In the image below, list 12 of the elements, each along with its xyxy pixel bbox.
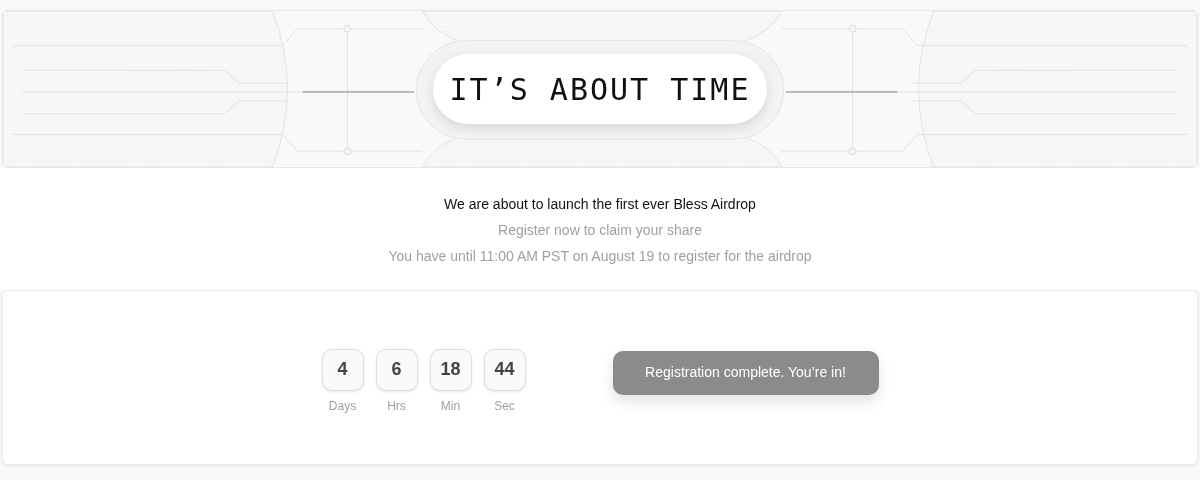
subline: Register now to claim your share (498, 221, 702, 240)
countdown-unit: Min (440, 397, 461, 415)
countdown-value: 6 (375, 348, 418, 391)
countdown-value: 44 (483, 348, 526, 391)
countdown-value: 4 (321, 348, 364, 391)
countdown-unit: Days (328, 397, 357, 415)
countdown-unit: Hrs (387, 397, 406, 415)
countdown-value: 18 (429, 348, 472, 391)
deadline-text: You have until 11:00 AM PST on August 19 to register for the airdrop (388, 247, 812, 266)
countdown-unit: Sec (494, 397, 515, 415)
banner-title: IT’S ABOUT TIME (433, 54, 767, 124)
headline: We are about to launch the first ever Bless Airdrop (444, 195, 756, 214)
